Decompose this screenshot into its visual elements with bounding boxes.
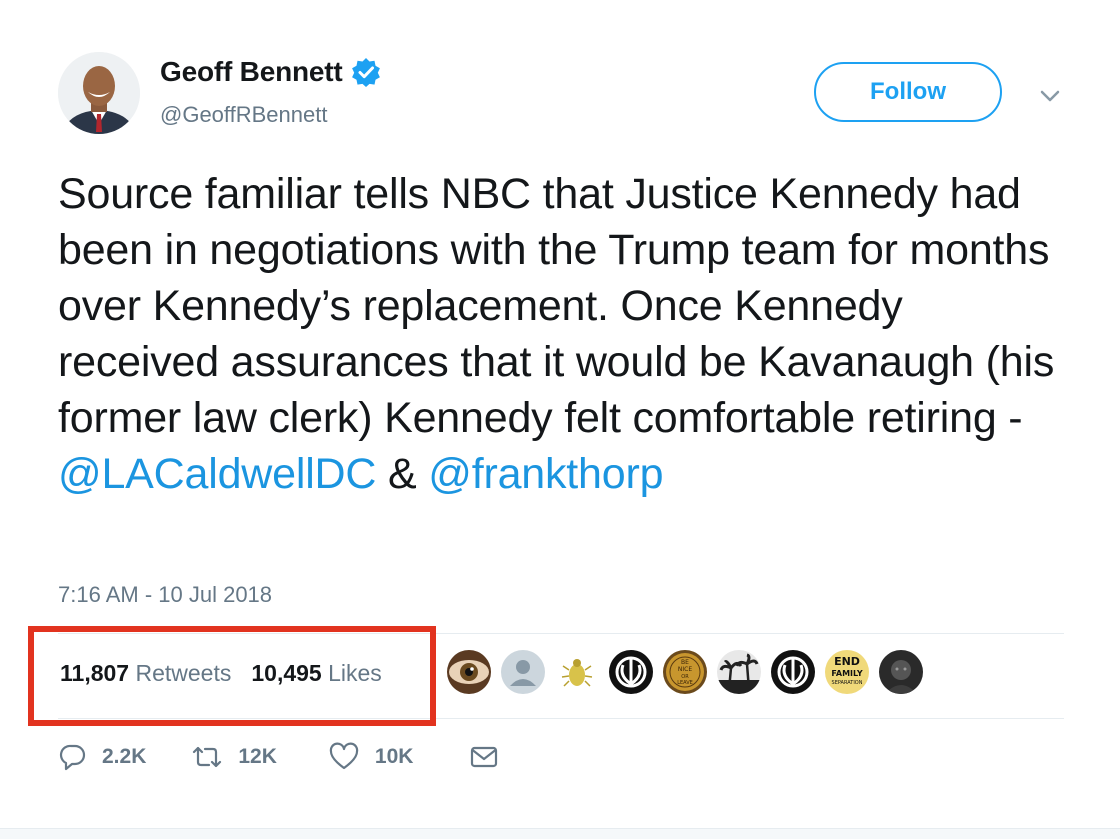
eye-avatar-icon[interactable] xyxy=(447,650,491,694)
rebel-alliance-icon[interactable] xyxy=(771,650,815,694)
tweet-timestamp[interactable]: 7:16 AM - 10 Jul 2018 xyxy=(58,582,272,608)
mention-link[interactable]: @frankthorp xyxy=(428,450,663,498)
retweet-icon xyxy=(190,742,224,772)
author-name-text[interactable]: Geoff Bennett xyxy=(160,56,343,88)
end-family-text: SEPARATION xyxy=(832,680,863,686)
end-family-text: END xyxy=(834,655,860,668)
envelope-icon xyxy=(469,742,499,772)
end-family-separation-icon[interactable]: END FAMILY SEPARATION xyxy=(825,650,869,694)
page-footer-strip xyxy=(0,828,1120,839)
reply-icon xyxy=(58,742,88,772)
be-nice-text: LEAVE xyxy=(677,680,693,686)
like-button[interactable]: 10K xyxy=(329,742,414,772)
beetle-avatar-icon[interactable] xyxy=(555,650,599,694)
tweet-actions: 2.2K 12K 10K xyxy=(58,742,499,772)
palm-trees-avatar-icon[interactable] xyxy=(717,650,761,694)
be-nice-text: NICE xyxy=(678,666,692,673)
retweet-count: 12K xyxy=(238,745,277,768)
chevron-down-icon[interactable] xyxy=(1036,82,1064,110)
rebel-alliance-icon[interactable] xyxy=(609,650,653,694)
retweet-button[interactable]: 12K xyxy=(190,742,277,772)
dark-photo-avatar-icon[interactable] xyxy=(879,650,923,694)
reply-button[interactable]: 2.2K xyxy=(58,742,146,772)
author-avatar[interactable] xyxy=(58,52,140,134)
heart-icon xyxy=(329,742,359,772)
tweet-body: Source familiar tells NBC that Justice K… xyxy=(58,170,1055,442)
default-user-avatar-icon[interactable] xyxy=(501,650,545,694)
reply-count: 2.2K xyxy=(102,745,147,768)
author-name[interactable]: Geoff Bennett xyxy=(160,56,381,88)
liker-avatars: BE NICE OR LEAVE END FAMILY SEPARATION xyxy=(447,650,923,694)
be-nice-text: BE xyxy=(681,659,689,666)
end-family-text: FAMILY xyxy=(831,669,863,678)
direct-message-button[interactable] xyxy=(469,742,499,772)
follow-button[interactable]: Follow xyxy=(814,62,1002,122)
highlight-box xyxy=(28,626,436,726)
author-handle[interactable]: @GeoffRBennett xyxy=(160,102,327,128)
like-count: 10K xyxy=(374,745,414,768)
mention-link[interactable]: @LACaldwellDC xyxy=(58,450,376,498)
verified-badge-icon xyxy=(351,57,381,87)
tweet-text: Source familiar tells NBC that Justice K… xyxy=(58,166,1068,502)
be-nice-badge-icon[interactable]: BE NICE OR LEAVE xyxy=(663,650,707,694)
tweet-connector: & xyxy=(376,450,429,498)
